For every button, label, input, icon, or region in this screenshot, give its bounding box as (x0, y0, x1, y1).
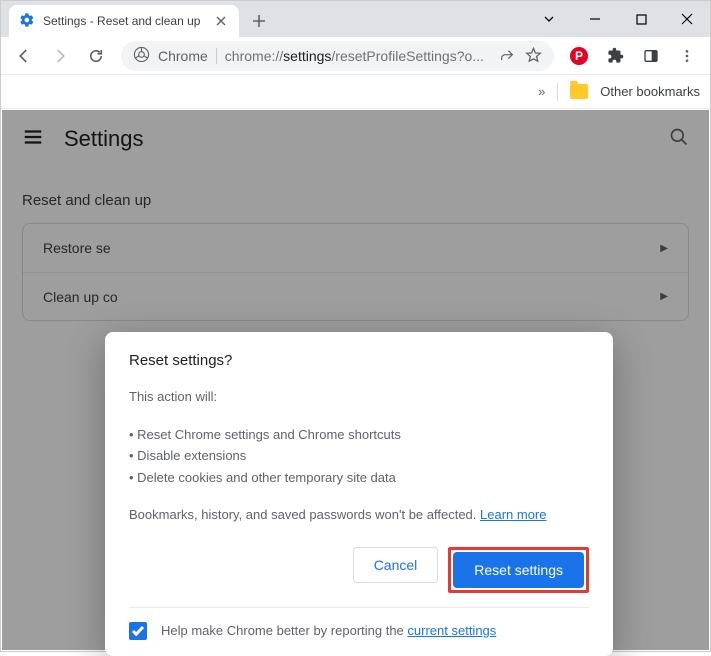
reset-settings-dialog: Reset settings? This action will: • Rese… (105, 332, 613, 656)
current-settings-link[interactable]: current settings (407, 623, 496, 638)
window-controls (526, 1, 710, 37)
maximize-button[interactable] (618, 4, 664, 34)
bookmarks-bar: » Other bookmarks (1, 75, 710, 109)
other-bookmarks-button[interactable]: Other bookmarks (600, 84, 700, 99)
browser-toolbar: Chrome chrome://settings/resetProfileSet… (1, 37, 710, 75)
dialog-title: Reset settings? (129, 352, 589, 369)
close-tab-icon[interactable] (213, 13, 229, 29)
chrome-icon (133, 46, 150, 66)
learn-more-link[interactable]: Learn more (480, 507, 546, 522)
url-text: chrome://settings/resetProfileSettings?o… (225, 48, 490, 64)
minimize-button[interactable] (572, 4, 618, 34)
chevron-down-icon[interactable] (526, 4, 572, 34)
dialog-intro: This action will: (129, 387, 589, 407)
browser-tab[interactable]: Settings - Reset and clean up (9, 5, 239, 37)
overflow-chevron-icon[interactable]: » (538, 84, 545, 99)
tab-title: Settings - Reset and clean up (43, 14, 205, 28)
address-bar[interactable]: Chrome chrome://settings/resetProfileSet… (121, 41, 554, 71)
back-button[interactable] (7, 41, 41, 71)
bookmark-star-icon[interactable] (524, 47, 542, 64)
sidepanel-icon[interactable] (634, 41, 668, 71)
pinterest-icon[interactable]: P (562, 41, 596, 71)
cancel-button[interactable]: Cancel (353, 547, 439, 583)
dialog-bullets: • Reset Chrome settings and Chrome short… (129, 425, 589, 488)
report-checkbox[interactable] (129, 622, 147, 640)
url-scheme-label: Chrome (158, 48, 217, 64)
reload-button[interactable] (79, 41, 113, 71)
window-titlebar: Settings - Reset and clean up (1, 1, 710, 37)
menu-icon[interactable] (670, 41, 704, 71)
divider (557, 83, 558, 101)
forward-button (43, 41, 77, 71)
share-icon[interactable] (498, 48, 516, 64)
dialog-note: Bookmarks, history, and saved passwords … (129, 505, 589, 525)
settings-page: Settings Reset and clean up Restore se ▶… (2, 110, 709, 650)
reset-settings-button[interactable]: Reset settings (453, 552, 584, 588)
gear-icon (19, 12, 35, 31)
highlight-box: Reset settings (448, 547, 589, 593)
footer-text: Help make Chrome better by reporting the… (161, 623, 496, 638)
extensions-icon[interactable] (598, 41, 632, 71)
new-tab-button[interactable] (245, 7, 273, 35)
close-window-button[interactable] (664, 4, 710, 34)
folder-icon (570, 84, 588, 99)
